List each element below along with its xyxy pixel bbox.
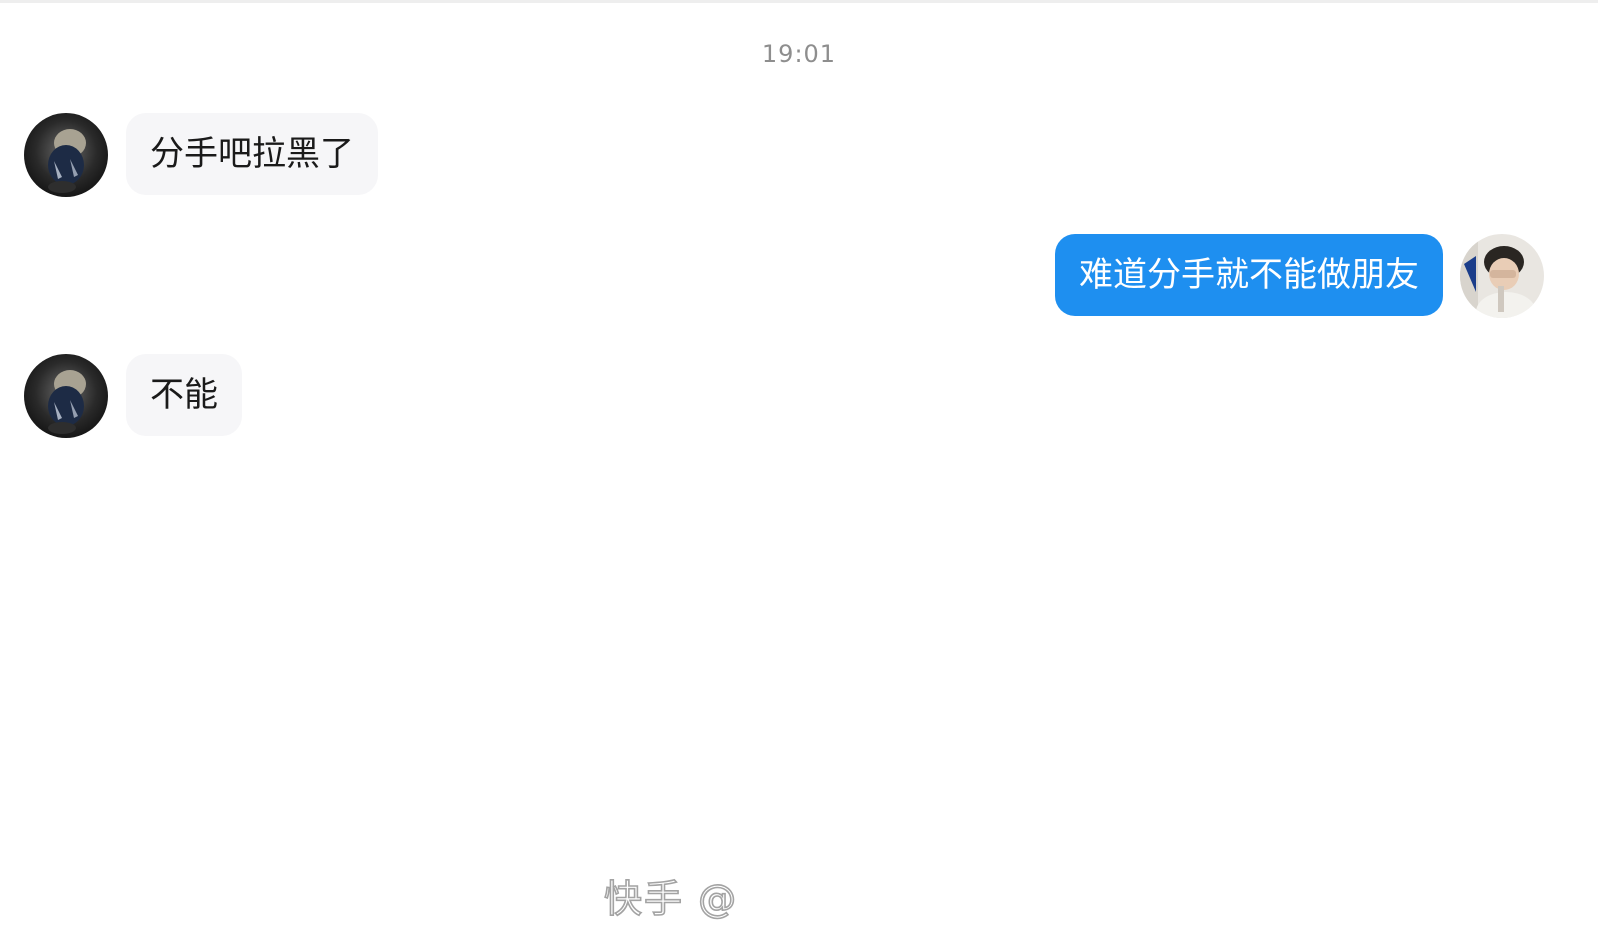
contact-avatar-icon <box>24 354 108 438</box>
contact-avatar-icon <box>24 113 108 197</box>
message-text: 分手吧拉黑了 <box>150 134 354 174</box>
message-bubble-outgoing[interactable]: 难道分手就不能做朋友 <box>1055 234 1443 316</box>
message-text: 不能 <box>150 375 218 415</box>
message-text: 难道分手就不能做朋友 <box>1079 255 1419 295</box>
chat-screen: 19:01 分手吧拉黑了 难道分手就不能做朋友 不能 快手 @ <box>0 0 1598 940</box>
top-divider <box>0 0 1598 3</box>
message-bubble-incoming[interactable]: 不能 <box>126 354 242 436</box>
watermark: 快手 @ <box>603 876 739 922</box>
message-bubble-incoming[interactable]: 分手吧拉黑了 <box>126 113 378 195</box>
user-avatar-icon <box>1460 234 1544 318</box>
contact-avatar[interactable] <box>24 113 108 197</box>
contact-avatar[interactable] <box>24 354 108 438</box>
my-avatar[interactable] <box>1460 234 1544 318</box>
message-timestamp: 19:01 <box>761 40 837 68</box>
